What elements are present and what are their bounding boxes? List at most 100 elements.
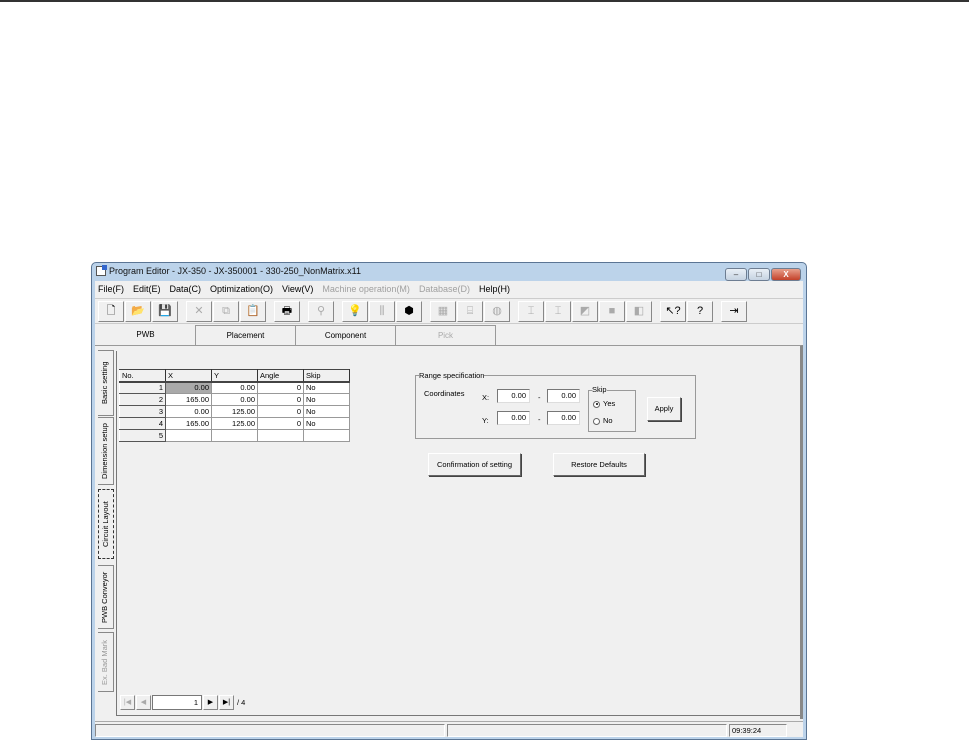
skip-no-radio[interactable]: No <box>593 416 613 425</box>
cell-skip[interactable]: No <box>303 381 350 394</box>
cell-skip[interactable] <box>303 429 350 442</box>
cell-y[interactable] <box>211 429 258 442</box>
cut-button[interactable]: ✕ <box>186 301 212 322</box>
y-from-input[interactable]: 0.00 <box>497 411 530 425</box>
cell-angle[interactable] <box>257 429 304 442</box>
find-button[interactable]: ⚲ <box>308 301 334 322</box>
menu-item-help[interactable]: Help(H) <box>479 281 510 297</box>
part-button[interactable]: ◍ <box>484 301 510 322</box>
context-help-button[interactable]: ↖? <box>660 301 686 322</box>
side-tab-pwb-conveyor[interactable]: PWB Conveyor <box>98 565 114 629</box>
cell-x[interactable]: 0.00 <box>165 381 212 394</box>
cell-y[interactable]: 125.00 <box>211 405 258 418</box>
maximize-button[interactable]: □ <box>748 268 770 281</box>
save-button[interactable]: 💾 <box>152 301 178 322</box>
menu-item-file[interactable]: File(F) <box>98 281 124 297</box>
help-button[interactable]: ? <box>687 301 713 322</box>
tab-pwb[interactable]: PWB <box>95 325 196 346</box>
column-header-x[interactable]: X <box>165 369 212 383</box>
column-header-skip[interactable]: Skip <box>303 369 350 383</box>
align-button[interactable]: ⌶ <box>545 301 571 322</box>
side-tab-dimension-setup[interactable]: Dimension setup <box>98 417 114 485</box>
x-from-input[interactable]: 0.00 <box>497 389 530 403</box>
side-tab-basic-setting[interactable]: Basic setting <box>98 350 114 416</box>
new-button[interactable]: 🗋 <box>98 301 124 322</box>
row-header[interactable]: 5 <box>119 429 166 442</box>
side-tab-circuit-layout[interactable]: Circuit Layout <box>98 489 114 559</box>
layers-button[interactable]: ◧ <box>626 301 652 322</box>
nozzle-icon: ⫼ <box>379 305 385 317</box>
print-button[interactable]: 🖶 <box>274 301 300 322</box>
grid-button[interactable]: ▦ <box>430 301 456 322</box>
feeder-button[interactable]: ⌸ <box>457 301 483 322</box>
cell-angle[interactable]: 0 <box>257 405 304 418</box>
cell-x[interactable]: 165.00 <box>165 393 212 406</box>
find-icon: ⚲ <box>316 305 326 317</box>
table-row[interactable]: 5 <box>119 429 350 442</box>
record-navigator: |◀ ◀ 1 ▶ ▶| / 4 <box>120 694 245 710</box>
menu-item-edit[interactable]: Edit(E) <box>133 281 161 297</box>
restore-defaults-button[interactable]: Restore Defaults <box>553 453 645 476</box>
paste-button[interactable]: 📋 <box>240 301 266 322</box>
align-icon: ⌶ <box>554 305 562 317</box>
close-button[interactable]: X <box>771 268 801 281</box>
cell-skip[interactable]: No <box>303 393 350 406</box>
components-button[interactable]: ⬢ <box>396 301 422 322</box>
apply-button[interactable]: Apply <box>647 397 681 421</box>
cell-angle[interactable]: 0 <box>257 393 304 406</box>
cell-skip[interactable]: No <box>303 405 350 418</box>
tab-pick[interactable]: Pick <box>395 325 496 346</box>
column-header-angle[interactable]: Angle <box>257 369 304 383</box>
row-header[interactable]: 2 <box>119 393 166 406</box>
lightbulb-icon: 💡 <box>348 305 362 317</box>
minimize-button[interactable]: – <box>725 268 747 281</box>
menu-bar: File(F) Edit(E) Data(C) Optimization(O) View… <box>95 281 510 297</box>
open-button[interactable]: 📂 <box>125 301 151 322</box>
next-record-button[interactable]: ▶ <box>203 694 218 710</box>
confirmation-of-setting-button[interactable]: Confirmation of setting <box>428 453 521 476</box>
record-number-input[interactable]: 1 <box>152 694 202 710</box>
range-specification-legend: Range specification <box>419 371 485 380</box>
row-header[interactable]: 4 <box>119 417 166 430</box>
skip-yes-radio[interactable]: Yes <box>593 399 615 408</box>
move-button[interactable]: ◩ <box>572 301 598 322</box>
copy-button[interactable]: ⧉ <box>213 301 239 322</box>
x-label: X: <box>482 393 490 402</box>
stop-button[interactable]: ■ <box>599 301 625 322</box>
row-header[interactable]: 1 <box>119 381 166 394</box>
exit-button[interactable]: ⇥ <box>721 301 747 322</box>
align-left-button[interactable]: ⌶ <box>518 301 544 322</box>
last-record-button[interactable]: ▶| <box>219 694 234 710</box>
prev-record-button[interactable]: ◀ <box>136 694 151 710</box>
menu-item-view[interactable]: View(V) <box>282 281 313 297</box>
cell-angle[interactable]: 0 <box>257 417 304 430</box>
menu-item-optimization[interactable]: Optimization(O) <box>210 281 273 297</box>
cell-skip[interactable]: No <box>303 417 350 430</box>
cell-x[interactable]: 0.00 <box>165 405 212 418</box>
table-row[interactable]: 1 0.00 0.00 0 No <box>119 381 350 394</box>
nozzle-button[interactable]: ⫼ <box>369 301 395 322</box>
tab-component[interactable]: Component <box>295 325 396 346</box>
stop-icon: ■ <box>608 305 616 317</box>
tab-placement[interactable]: Placement <box>195 325 296 346</box>
side-tab-ex-bad-mark[interactable]: Ex. Bad Mark <box>98 632 114 692</box>
table-row[interactable]: 2 165.00 0.00 0 No <box>119 393 350 406</box>
y-to-input[interactable]: 0.00 <box>547 411 580 425</box>
lightbulb-button[interactable]: 💡 <box>342 301 368 322</box>
cell-angle[interactable]: 0 <box>257 381 304 394</box>
table-row[interactable]: 4 165.00 125.00 0 No <box>119 417 350 430</box>
cell-x[interactable] <box>165 429 212 442</box>
first-record-button[interactable]: |◀ <box>120 694 135 710</box>
fiducial-grid[interactable]: No. X Y Angle Skip 1 0.00 0.00 0 No 2 165.00 0.00 0 N… <box>119 369 350 442</box>
column-header-no[interactable]: No. <box>119 369 166 383</box>
column-header-y[interactable]: Y <box>211 369 258 383</box>
skip-no-label: No <box>603 416 613 425</box>
x-to-input[interactable]: 0.00 <box>547 389 580 403</box>
cell-x[interactable]: 165.00 <box>165 417 212 430</box>
table-row[interactable]: 3 0.00 125.00 0 No <box>119 405 350 418</box>
menu-item-data[interactable]: Data(C) <box>170 281 202 297</box>
cell-y[interactable]: 0.00 <box>211 381 258 394</box>
row-header[interactable]: 3 <box>119 405 166 418</box>
cell-y[interactable]: 125.00 <box>211 417 258 430</box>
cell-y[interactable]: 0.00 <box>211 393 258 406</box>
